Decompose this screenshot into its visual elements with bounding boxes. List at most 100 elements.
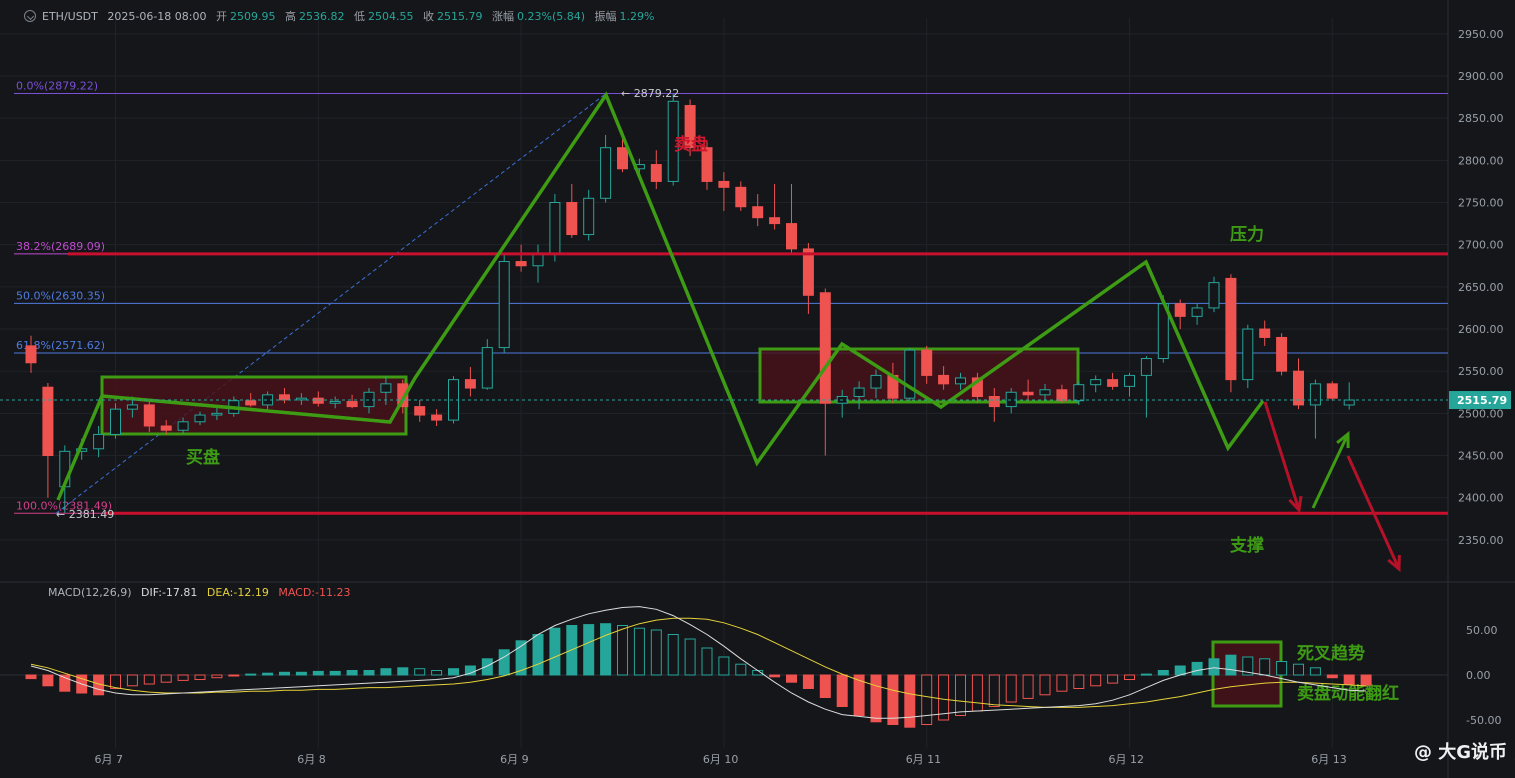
price-tick-label: 2700.00 xyxy=(1458,239,1504,252)
candle-body xyxy=(329,401,341,404)
open-value: 2509.95 xyxy=(230,10,276,23)
candle-body xyxy=(819,292,831,404)
time-tick-label: 6月 9 xyxy=(500,753,528,766)
macd-bar xyxy=(329,670,341,676)
candle-body xyxy=(1276,336,1288,372)
candle-body xyxy=(110,408,121,435)
candle-body xyxy=(126,404,138,410)
price-tick-label: 2800.00 xyxy=(1458,154,1504,167)
candle-body xyxy=(583,197,595,236)
macd-bar xyxy=(802,674,814,689)
candle-body xyxy=(1124,374,1135,387)
macd-bar xyxy=(1022,674,1034,699)
candle-body xyxy=(1073,384,1085,402)
candle-body xyxy=(1174,303,1186,317)
candle-body xyxy=(515,261,527,267)
macd-bar xyxy=(312,670,324,676)
sell-momentum-label: 卖盘动能翻红 xyxy=(1297,683,1399,704)
candle-body xyxy=(718,180,730,188)
macd-bar xyxy=(1039,674,1051,696)
macd-bar xyxy=(735,663,747,676)
macd-bar xyxy=(633,627,645,676)
macd-tick-label: -50.00 xyxy=(1466,714,1501,727)
time-tick-label: 6月 7 xyxy=(95,753,124,766)
macd-bar xyxy=(1309,667,1321,676)
close-value: 2515.79 xyxy=(437,10,483,23)
trough-price-label: ← 2381.49 xyxy=(56,508,114,521)
candle-body xyxy=(1056,389,1068,402)
open-label: 开 xyxy=(216,10,227,23)
macd-bar xyxy=(921,674,933,725)
change-label: 涨幅 xyxy=(492,10,514,23)
price-tick-label: 2550.00 xyxy=(1458,365,1504,378)
macd-bar xyxy=(1124,674,1135,680)
collapse-icon[interactable] xyxy=(24,10,36,22)
macd-bar xyxy=(904,674,916,728)
low-value: 2504.55 xyxy=(368,10,414,23)
sell-label: 卖盘 xyxy=(674,134,708,155)
candle-body xyxy=(279,394,290,401)
candle-body xyxy=(1039,389,1051,396)
macd-bar xyxy=(481,658,493,676)
candle-body xyxy=(853,387,865,397)
macd-bar xyxy=(1343,674,1355,685)
macd-bar xyxy=(245,673,257,676)
time-tick-label: 6月 11 xyxy=(906,753,942,766)
candle-body xyxy=(143,404,155,427)
time-tick-label: 6月 10 xyxy=(703,753,739,766)
macd-bar xyxy=(25,674,37,680)
macd-bar xyxy=(126,674,138,687)
candle-body xyxy=(938,374,950,385)
macd-bar xyxy=(769,674,781,678)
candle-body xyxy=(549,202,561,254)
support-label: 支撑 xyxy=(1230,535,1264,556)
macd-bar xyxy=(279,671,290,676)
candle-body xyxy=(566,202,578,236)
candle-body xyxy=(1309,383,1321,406)
pressure-label: 压力 xyxy=(1230,224,1264,245)
change-value: 0.23%(5.84) xyxy=(517,10,586,23)
price-tick-label: 2900.00 xyxy=(1458,70,1504,83)
macd-bar xyxy=(836,674,848,707)
macd-bar xyxy=(448,668,459,676)
macd-bar xyxy=(414,668,426,676)
current-price-text: 2515.79 xyxy=(1457,394,1507,407)
price-tick-label: 2350.00 xyxy=(1458,534,1504,547)
macd-bar xyxy=(718,656,730,676)
buy-label: 买盘 xyxy=(186,447,220,468)
macd-bar xyxy=(262,672,274,676)
candle-body xyxy=(414,406,426,416)
price-tick-label: 2500.00 xyxy=(1458,407,1504,420)
macd-bar xyxy=(650,629,662,676)
candle-body xyxy=(464,379,476,389)
macd-bar xyxy=(498,649,510,676)
fib-level-label: 0.0%(2879.22) xyxy=(16,80,98,93)
macd-header: MACD(12,26,9) DIF:-17.81 DEA:-12.19 MACD… xyxy=(48,586,350,599)
macd-bar xyxy=(1326,674,1338,679)
macd-bar xyxy=(1140,673,1152,676)
low-label: 低 xyxy=(354,10,365,23)
macd-bar xyxy=(160,674,172,683)
macd-bar xyxy=(346,670,358,676)
macd-bar xyxy=(295,671,307,676)
macd-bar xyxy=(1191,661,1203,676)
candle-body xyxy=(1259,328,1271,338)
fib-level-label: 38.2%(2689.09) xyxy=(16,240,105,253)
chart-canvas: 0.0%(2879.22) 38.2%(2689.09) 50.0%(2630.35… xyxy=(0,0,1515,778)
macd-bar xyxy=(955,674,966,716)
watermark: @ 大G说币 xyxy=(1413,742,1507,763)
candle-body xyxy=(1326,383,1338,399)
high-value: 2536.82 xyxy=(299,10,345,23)
candle-body xyxy=(786,223,797,250)
close-label: 收 xyxy=(423,10,434,23)
macd-tick-label: 0.00 xyxy=(1466,669,1491,682)
ohlc-header: ETH/USDT 2025-06-18 08:00 开 2509.95 高 2536… xyxy=(24,8,660,24)
macd-bar xyxy=(887,674,899,725)
macd-bar xyxy=(1107,674,1119,684)
time-tick-label: 6月 12 xyxy=(1109,753,1145,766)
candle-body xyxy=(1090,379,1102,386)
peak-price-label: ← 2879.22 xyxy=(621,87,679,100)
candle-body xyxy=(177,421,189,431)
candle-body xyxy=(498,261,510,349)
candle-body xyxy=(735,186,747,208)
